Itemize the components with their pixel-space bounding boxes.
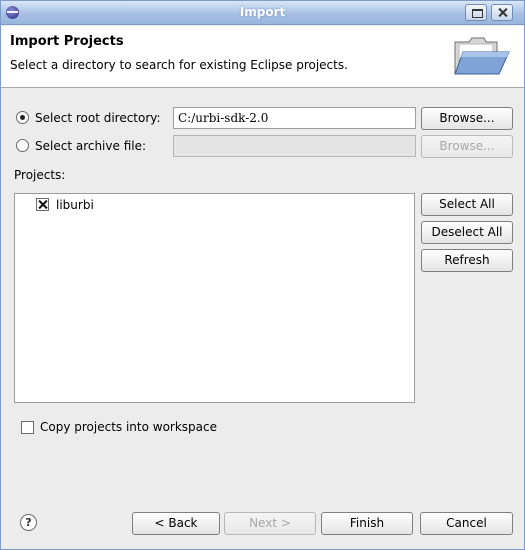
close-button[interactable] [491, 4, 513, 21]
title-bar[interactable]: Import [1, 1, 524, 25]
archive-file-label: Select archive file: [35, 139, 147, 153]
browse-root-button[interactable]: Browse... [421, 107, 513, 130]
wizard-banner: Import Projects Select a directory to se… [1, 26, 524, 88]
open-folder-icon [454, 37, 510, 75]
cancel-button[interactable]: Cancel [420, 512, 513, 535]
root-directory-input[interactable]: C:/urbi-sdk-2.0 [173, 107, 416, 129]
archive-file-input[interactable] [173, 135, 416, 157]
projects-list[interactable]: liburbi [14, 193, 415, 403]
help-icon[interactable]: ? [20, 514, 37, 531]
footer-divider [1, 496, 524, 497]
root-directory-label: Select root directory: [35, 111, 161, 125]
page-title: Import Projects [10, 34, 124, 49]
select-all-button[interactable]: Select All [421, 193, 513, 216]
page-description: Select a directory to search for existin… [10, 58, 348, 72]
next-button[interactable]: Next > [224, 512, 316, 535]
projects-label: Projects: [14, 168, 66, 182]
copy-projects-checkbox[interactable] [21, 421, 34, 434]
maximize-button[interactable] [465, 4, 487, 21]
root-directory-radio[interactable] [16, 111, 29, 124]
window-title: Import [239, 5, 286, 19]
browse-archive-button[interactable]: Browse... [421, 135, 513, 158]
archive-file-radio[interactable] [16, 139, 29, 152]
refresh-button[interactable]: Refresh [421, 249, 513, 272]
import-dialog: Import Import Projects Select a director… [0, 0, 525, 550]
project-checkbox[interactable] [36, 198, 49, 211]
deselect-all-button[interactable]: Deselect All [421, 221, 513, 244]
finish-button[interactable]: Finish [321, 512, 413, 535]
copy-projects-label: Copy projects into workspace [40, 420, 218, 434]
back-button[interactable]: < Back [132, 512, 220, 535]
project-name: liburbi [56, 198, 94, 212]
